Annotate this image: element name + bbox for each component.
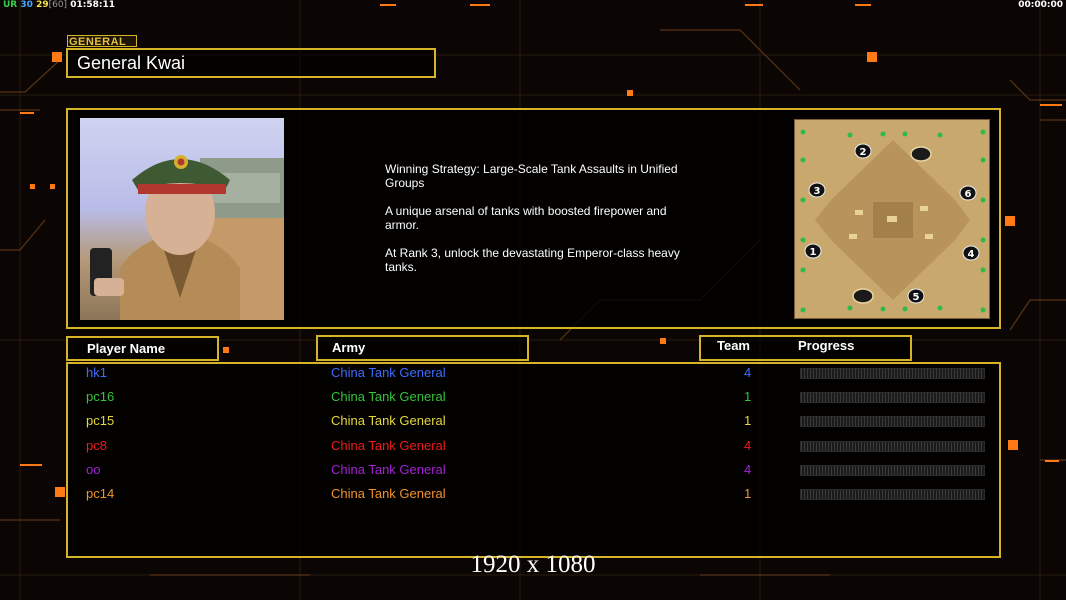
svg-text:2: 2 <box>860 147 867 158</box>
player-army: China Tank General <box>331 486 446 501</box>
header-progress: Progress <box>798 338 855 353</box>
header-team-progress: Team Progress <box>699 335 912 361</box>
start-position-5: 5 <box>907 288 925 304</box>
svg-text:5: 5 <box>913 292 920 303</box>
header-army: Army <box>316 335 529 361</box>
svg-text:4: 4 <box>968 249 975 260</box>
player-army: China Tank General <box>331 389 446 405</box>
player-name: pc8 <box>86 437 107 453</box>
player-team: 1 <box>744 389 752 405</box>
section-label: GENERAL <box>67 35 137 48</box>
general-description: Winning Strategy: Large-Scale Tank Assau… <box>385 162 705 288</box>
player-progress-bar <box>800 464 985 476</box>
player-team: 4 <box>744 437 752 453</box>
player-progress-bar <box>800 489 985 500</box>
start-position-1: 1 <box>804 243 822 259</box>
player-name: pc16 <box>86 389 115 405</box>
hud-clock: 01:58:11 <box>70 0 115 10</box>
svg-text:1: 1 <box>810 247 817 258</box>
player-team: 4 <box>744 461 752 477</box>
hud-value-2: 29 <box>36 0 49 10</box>
player-team: 1 <box>744 486 752 501</box>
description-strategy: Winning Strategy: Large-Scale Tank Assau… <box>385 162 678 190</box>
general-name-title: General Kwai <box>66 48 436 78</box>
header-team: Team <box>717 338 750 353</box>
player-name: pc15 <box>86 413 115 429</box>
general-portrait <box>80 118 284 320</box>
start-position-6: 6 <box>959 185 977 201</box>
player-army: China Tank General <box>331 437 446 453</box>
hud-ur-label: UR <box>3 0 18 10</box>
player-name: pc14 <box>86 486 115 501</box>
description-rank: At Rank 3, unlock the devastating Empero… <box>385 246 680 274</box>
player-name: oo <box>86 461 101 477</box>
player-team: 1 <box>744 413 752 429</box>
player-team: 4 <box>744 365 752 380</box>
hud-timer: 00:00:00 <box>1018 0 1063 10</box>
player-army: China Tank General <box>331 413 446 429</box>
svg-text:3: 3 <box>814 186 821 197</box>
header-player-name: Player Name <box>66 336 219 361</box>
player-army: China Tank General <box>331 461 446 477</box>
player-name: hk1 <box>86 365 107 380</box>
hud-value-1: 30 <box>20 0 33 10</box>
player-progress-bar <box>800 440 985 452</box>
hud-value-3: [60] <box>48 0 68 10</box>
hud-stats: UR 30 29[60] 01:58:11 <box>3 0 115 10</box>
start-position-3: 3 <box>808 182 826 198</box>
start-position-2: 2 <box>854 143 872 159</box>
resolution-label: 1920 x 1080 <box>470 551 596 578</box>
player-army: China Tank General <box>331 365 446 380</box>
start-position-4: 4 <box>962 245 980 261</box>
map-preview: 1 2 3 4 5 6 <box>794 119 990 319</box>
player-progress-bar <box>800 368 985 379</box>
player-progress-bar <box>800 392 985 404</box>
description-arsenal: A unique arsenal of tanks with boosted f… <box>385 204 667 232</box>
player-progress-bar <box>800 416 985 428</box>
svg-text:6: 6 <box>965 189 972 200</box>
